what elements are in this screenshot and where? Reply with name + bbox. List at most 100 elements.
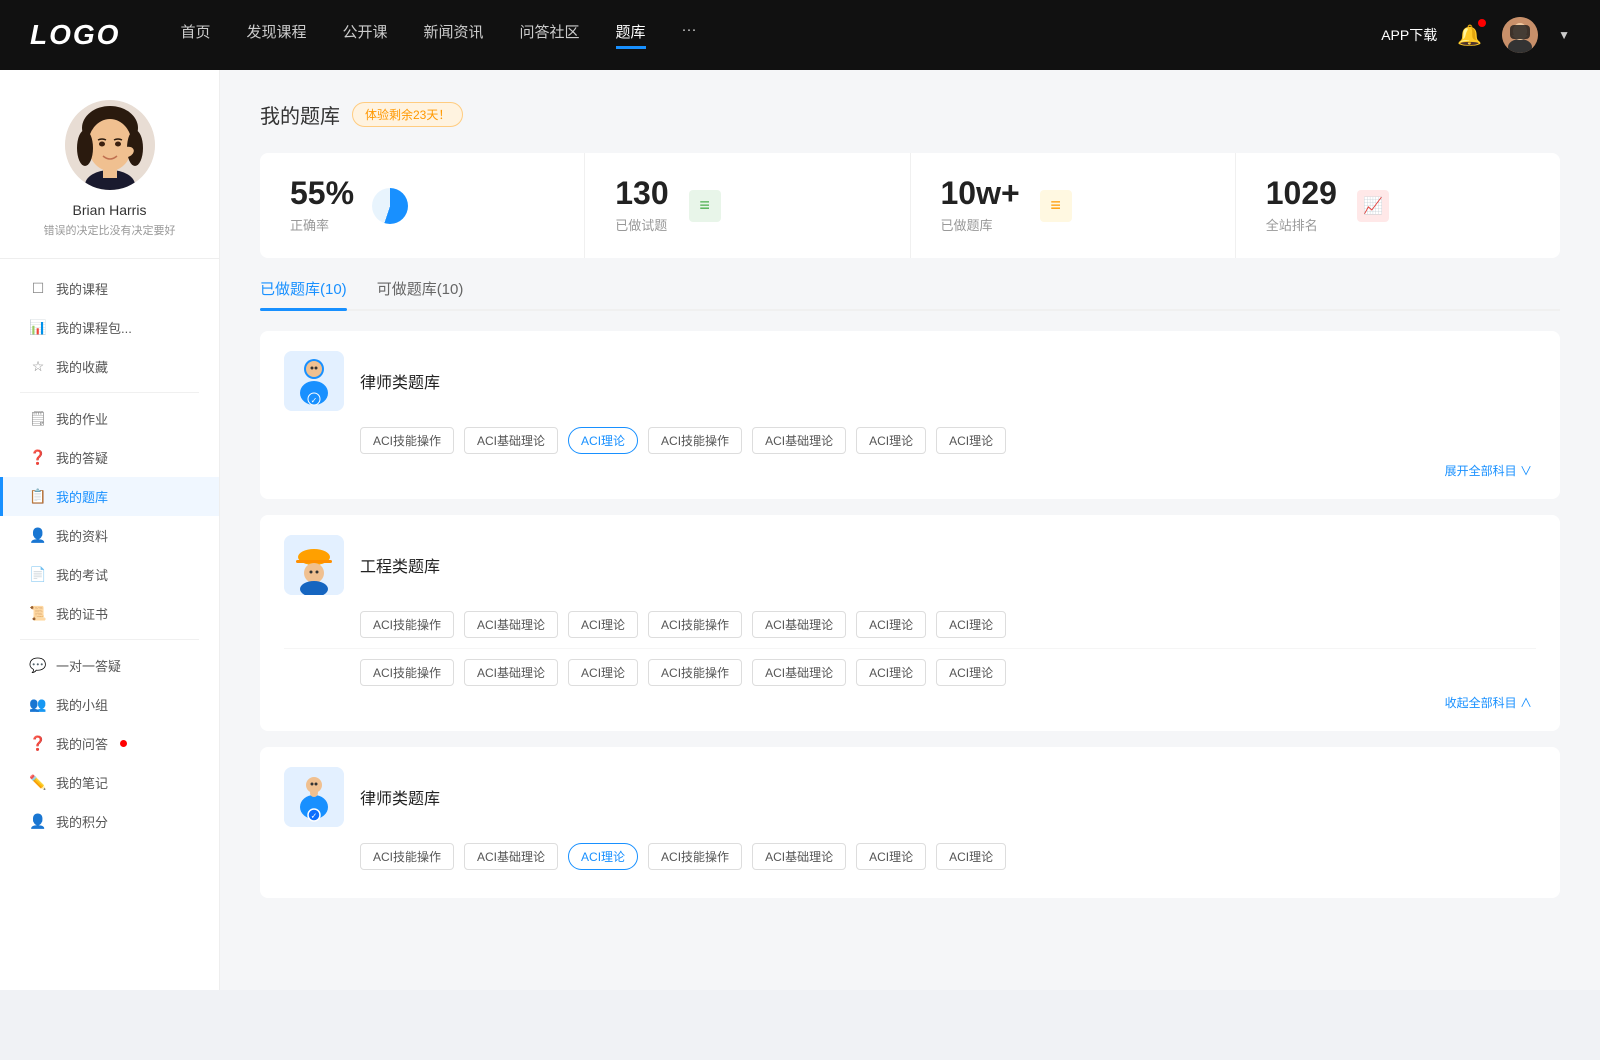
tabs-row: 已做题库(10) 可做题库(10) [260,278,1560,311]
tag-item[interactable]: ACI理论 [856,427,926,454]
tag-item[interactable]: ACI技能操作 [648,611,742,638]
nav-open-course[interactable]: 公开课 [342,21,387,49]
tab-done-banks[interactable]: 已做题库(10) [260,278,347,309]
course-icon: ☐ [30,281,46,297]
cert-icon: 📜 [30,606,46,622]
tag-item[interactable]: ACI基础理论 [464,843,558,870]
sidebar-item-label: 我的作业 [56,409,108,428]
nav-news[interactable]: 新闻资讯 [424,21,484,49]
tag-item[interactable]: ACI理论 [856,611,926,638]
rank-icon: 📈 [1353,186,1393,226]
sidebar-item-course-package[interactable]: 📊 我的课程包... [0,308,219,347]
sidebar-item-exam[interactable]: 📄 我的考试 [0,555,219,594]
logo[interactable]: LOGO [30,19,120,51]
tag-item[interactable]: ACI理论 [856,659,926,686]
points-icon: 👤 [30,814,46,830]
stats-row: 55% 正确率 130 已做试题 ≡ 10w+ 已做题库 [260,153,1560,258]
tag-item[interactable]: ACI技能操作 [360,659,454,686]
tag-item[interactable]: ACI基础理论 [752,427,846,454]
tag-item[interactable]: ACI理论 [568,659,638,686]
nav-qbank[interactable]: 题库 [616,21,646,49]
question-red-dot [120,740,127,747]
qbank-title-lawyer-2: 律师类题库 [360,785,440,809]
tag-item[interactable]: ACI理论 [936,427,1006,454]
tags-row-engineer-1: ACI技能操作 ACI基础理论 ACI理论 ACI技能操作 ACI基础理论 AC… [284,611,1536,638]
tag-item[interactable]: ACI理论 [936,843,1006,870]
page-header: 我的题库 体验剩余23天！ [260,100,1560,129]
qbank-card-lawyer-2: ✓ 律师类题库 ACI技能操作 ACI基础理论 ACI理论 ACI技能操作 AC… [260,747,1560,898]
sidebar-item-my-qa[interactable]: ❓ 我的答疑 [0,438,219,477]
exam-icon: 📄 [30,567,46,583]
nav-home[interactable]: 首页 [180,21,210,49]
tag-item[interactable]: ACI理论 [568,611,638,638]
qbank-card-engineer: 工程类题库 ACI技能操作 ACI基础理论 ACI理论 ACI技能操作 ACI基… [260,515,1560,731]
collapse-link-engineer[interactable]: 收起全部科目 ∧ [284,694,1536,711]
nav-qa[interactable]: 问答社区 [520,21,580,49]
tag-item-active[interactable]: ACI理论 [568,427,638,454]
tag-item[interactable]: ACI技能操作 [360,843,454,870]
sidebar-item-label: 我的考试 [56,565,108,584]
package-icon: 📊 [30,320,46,336]
sidebar-item-label: 我的答疑 [56,448,108,467]
stat-accuracy-value: 55% [290,177,354,209]
tag-item[interactable]: ACI基础理论 [752,611,846,638]
tag-item[interactable]: ACI技能操作 [648,427,742,454]
qbank-title-lawyer-1: 律师类题库 [360,369,440,393]
sidebar-item-note[interactable]: ✏️ 我的笔记 [0,763,219,802]
tag-item[interactable]: ACI基础理论 [752,843,846,870]
notification-bell-icon[interactable]: 🔔 [1457,23,1482,48]
sidebar-item-cert[interactable]: 📜 我的证书 [0,594,219,633]
navbar: LOGO 首页 发现课程 公开课 新闻资讯 问答社区 题库 ··· APP下载 … [0,0,1600,70]
stat-banks-value: 10w+ [941,177,1020,209]
sidebar-item-label: 我的资料 [56,526,108,545]
oneone-icon: 💬 [30,658,46,674]
tag-item-active[interactable]: ACI理论 [568,843,638,870]
sidebar-item-group[interactable]: 👥 我的小组 [0,685,219,724]
app-download-button[interactable]: APP下载 [1381,25,1437,45]
stat-accuracy-label: 正确率 [290,215,354,234]
user-dropdown-arrow-icon[interactable]: ▼ [1558,28,1570,42]
tag-item[interactable]: ACI理论 [936,611,1006,638]
tab-available-banks[interactable]: 可做题库(10) [377,278,464,309]
sidebar-item-label: 我的积分 [56,812,108,831]
stat-banks-text: 10w+ 已做题库 [941,177,1020,234]
tags-row-lawyer-2: ACI技能操作 ACI基础理论 ACI理论 ACI技能操作 ACI基础理论 AC… [284,843,1536,870]
nav-discover[interactable]: 发现课程 [246,21,306,49]
tag-item[interactable]: ACI技能操作 [648,843,742,870]
tag-item[interactable]: ACI技能操作 [360,427,454,454]
sidebar-item-qbank[interactable]: 📋 我的题库 [0,477,219,516]
tag-item[interactable]: ACI基础理论 [464,427,558,454]
tag-item[interactable]: ACI基础理论 [464,659,558,686]
sidebar-item-homework[interactable]: 🗒 我的作业 [0,399,219,438]
sidebar-item-favorites[interactable]: ☆ 我的收藏 [0,347,219,386]
sidebar-item-points[interactable]: 👤 我的积分 [0,802,219,841]
star-icon: ☆ [30,359,46,375]
qbank-icon: 📋 [30,489,46,505]
tag-item[interactable]: ACI技能操作 [360,611,454,638]
sidebar-item-oneone[interactable]: 💬 一对一答疑 [0,646,219,685]
sidebar-item-material[interactable]: 👤 我的资料 [0,516,219,555]
tag-item[interactable]: ACI技能操作 [648,659,742,686]
sidebar-menu: ☐ 我的课程 📊 我的课程包... ☆ 我的收藏 🗒 我的作业 ❓ 我的答疑 📋 [0,269,219,841]
tag-item[interactable]: ACI理论 [936,659,1006,686]
profile-motto: 错误的决定比没有决定要好 [24,222,196,238]
stat-rank-text: 1029 全站排名 [1266,177,1337,234]
sidebar-item-label: 我的题库 [56,487,108,506]
tag-item[interactable]: ACI理论 [856,843,926,870]
nav-more[interactable]: ··· [682,21,697,49]
expand-link-lawyer-1[interactable]: 展开全部科目 ∨ [284,462,1536,479]
sidebar-item-label: 我的小组 [56,695,108,714]
lawyer-icon-2: ✓ [284,767,344,827]
tag-item[interactable]: ACI基础理论 [464,611,558,638]
stat-banks-label: 已做题库 [941,215,1020,234]
nav-menu: 首页 发现课程 公开课 新闻资讯 问答社区 题库 ··· [180,21,1381,49]
sidebar-item-my-course[interactable]: ☐ 我的课程 [0,269,219,308]
stat-rank-value: 1029 [1266,177,1337,209]
user-avatar-nav[interactable] [1502,17,1538,53]
stat-questions-text: 130 已做试题 [615,177,668,234]
tag-item[interactable]: ACI基础理论 [752,659,846,686]
stat-rank: 1029 全站排名 📈 [1236,153,1560,258]
qbank-header-lawyer-2: ✓ 律师类题库 [284,767,1536,827]
group-icon: 👥 [30,697,46,713]
sidebar-item-question[interactable]: ❓ 我的问答 [0,724,219,763]
